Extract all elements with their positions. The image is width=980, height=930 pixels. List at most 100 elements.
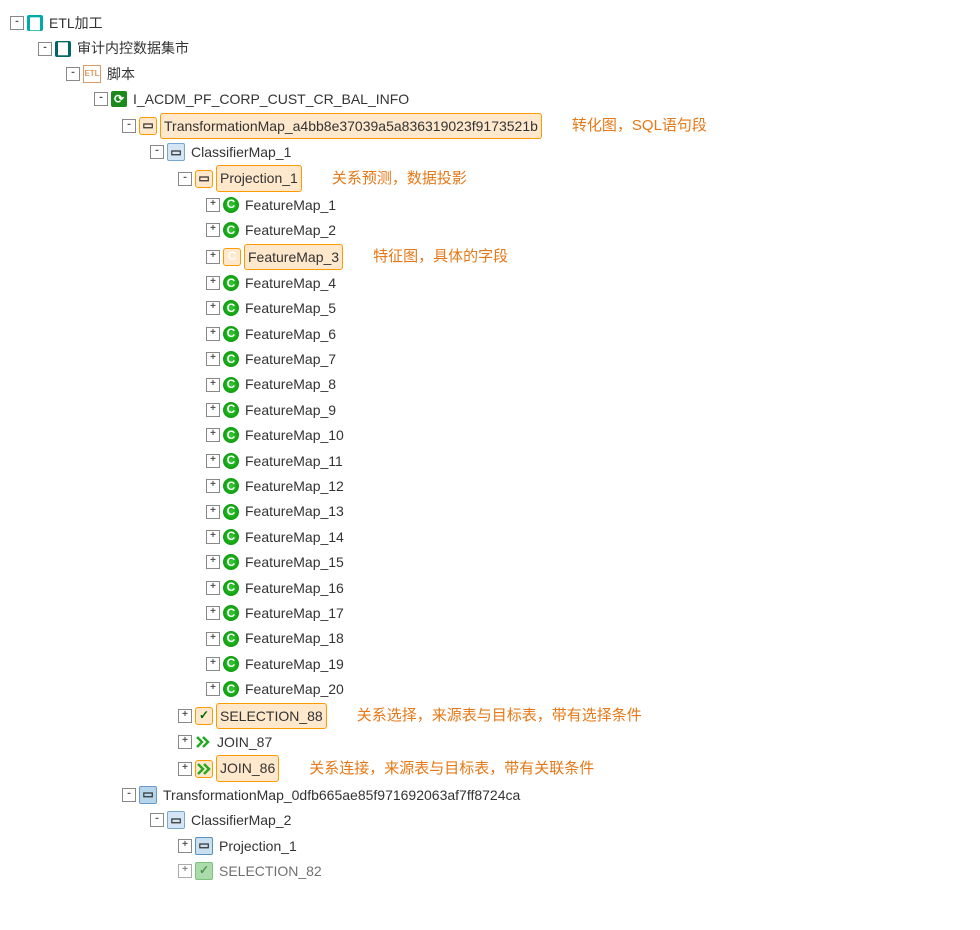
tree-node-tmap2[interactable]: - ▭ TransformationMap_0dfb665ae85f971692…	[10, 783, 980, 807]
collapse-icon[interactable]: -	[66, 67, 80, 81]
tree-node-acdm[interactable]: - ⟳ I_ACDM_PF_CORP_CUST_CR_BAL_INFO	[10, 87, 980, 111]
projection-icon: ▭	[195, 170, 213, 188]
expand-icon[interactable]: +	[178, 839, 192, 853]
tree-node-featuremap[interactable]: +CFeatureMap_8	[10, 372, 980, 396]
feature-icon: C	[223, 326, 239, 342]
tree-node-featuremap[interactable]: +CFeatureMap_15	[10, 550, 980, 574]
node-label: FeatureMap_12	[242, 474, 347, 498]
expand-icon[interactable]: +	[206, 276, 220, 290]
expand-icon[interactable]: +	[206, 301, 220, 315]
collapse-icon[interactable]: -	[10, 16, 24, 30]
node-label: FeatureMap_8	[242, 372, 339, 396]
collapse-icon[interactable]: -	[122, 788, 136, 802]
tree-node-cls1[interactable]: - ▭ ClassifierMap_1	[10, 140, 980, 164]
expand-icon[interactable]: +	[206, 403, 220, 417]
tree-node-featuremap[interactable]: +CFeatureMap_13	[10, 499, 980, 523]
tree-node-audit[interactable]: - ▇ 审计内控数据集市	[10, 36, 980, 60]
node-label: FeatureMap_7	[242, 347, 339, 371]
expand-icon[interactable]: +	[178, 864, 192, 878]
expand-icon[interactable]: +	[206, 223, 220, 237]
node-label: SELECTION_88	[216, 703, 327, 729]
expand-icon[interactable]: +	[206, 555, 220, 569]
expand-icon[interactable]: +	[206, 632, 220, 646]
collapse-icon[interactable]: -	[150, 145, 164, 159]
expand-icon[interactable]: +	[206, 198, 220, 212]
tree-node-featuremap[interactable]: +CFeatureMap_11	[10, 449, 980, 473]
tree-node-featuremap[interactable]: +CFeatureMap_4	[10, 271, 980, 295]
expand-icon[interactable]: +	[206, 378, 220, 392]
feature-icon: C	[223, 197, 239, 213]
node-label: FeatureMap_10	[242, 423, 347, 447]
tree-node-sel82[interactable]: + ✓ SELECTION_82	[10, 859, 980, 883]
tree-node-featuremap[interactable]: +CFeatureMap_1	[10, 193, 980, 217]
tree-node-featuremap[interactable]: +CFeatureMap_10	[10, 423, 980, 447]
node-label: FeatureMap_14	[242, 525, 347, 549]
tree-node-script[interactable]: - ETL 脚本	[10, 62, 980, 86]
node-label: FeatureMap_4	[242, 271, 339, 295]
expand-icon[interactable]: +	[206, 606, 220, 620]
node-label: JOIN_87	[214, 730, 275, 754]
node-label: FeatureMap_9	[242, 398, 339, 422]
tree-node-cls2[interactable]: - ▭ ClassifierMap_2	[10, 808, 980, 832]
tree-node-sel88[interactable]: + ✓ SELECTION_88 关系选择，来源表与目标表，带有选择条件	[10, 703, 980, 729]
tree-node-featuremap[interactable]: +CFeatureMap_14	[10, 525, 980, 549]
collapse-icon[interactable]: -	[150, 813, 164, 827]
node-label: ClassifierMap_1	[188, 140, 294, 164]
tree-node-featuremap[interactable]: +CFeatureMap_18	[10, 626, 980, 650]
feature-icon: C	[223, 222, 239, 238]
feature-icon: C	[223, 427, 239, 443]
tree-node-featuremap[interactable]: +CFeatureMap_16	[10, 576, 980, 600]
tree-node-featuremap[interactable]: +CFeatureMap_12	[10, 474, 980, 498]
node-label: TransformationMap_a4bb8e37039a5a83631902…	[160, 113, 542, 139]
expand-icon[interactable]: +	[206, 505, 220, 519]
node-label: I_ACDM_PF_CORP_CUST_CR_BAL_INFO	[130, 87, 412, 111]
expand-icon[interactable]: +	[206, 327, 220, 341]
expand-icon[interactable]: +	[178, 762, 192, 776]
expand-icon[interactable]: +	[206, 682, 220, 696]
node-label: TransformationMap_0dfb665ae85f971692063a…	[160, 783, 523, 807]
expand-icon[interactable]: +	[206, 454, 220, 468]
join-icon	[195, 734, 211, 750]
collapse-icon[interactable]: -	[122, 119, 136, 133]
expand-icon[interactable]: +	[206, 352, 220, 366]
tree-node-featuremap[interactable]: +CFeatureMap_17	[10, 601, 980, 625]
node-label: FeatureMap_18	[242, 626, 347, 650]
node-label: Projection_1	[216, 834, 300, 858]
tree-node-proj1[interactable]: - ▭ Projection_1 关系预测，数据投影	[10, 165, 980, 191]
map-icon: ▭	[139, 117, 157, 135]
feature-icon: C	[223, 554, 239, 570]
expand-icon[interactable]: +	[206, 428, 220, 442]
expand-icon[interactable]: +	[206, 530, 220, 544]
tree-node-featuremap[interactable]: +CFeatureMap_3特征图，具体的字段	[10, 244, 980, 270]
expand-icon[interactable]: +	[206, 657, 220, 671]
tree-node-tmap1[interactable]: - ▭ TransformationMap_a4bb8e37039a5a8363…	[10, 113, 980, 139]
node-label: FeatureMap_11	[242, 449, 346, 473]
tree-node-featuremap[interactable]: +CFeatureMap_9	[10, 398, 980, 422]
feature-icon: C	[223, 402, 239, 418]
expand-icon[interactable]: +	[178, 709, 192, 723]
expand-icon[interactable]: +	[206, 479, 220, 493]
tree-node-featuremap[interactable]: +CFeatureMap_2	[10, 218, 980, 242]
tree-node-featuremap[interactable]: +CFeatureMap_19	[10, 652, 980, 676]
node-label: ETL加工	[46, 11, 106, 35]
feature-icon: C	[223, 681, 239, 697]
collapse-icon[interactable]: -	[38, 42, 52, 56]
tree-node-join86[interactable]: + JOIN_86 关系连接，来源表与目标表，带有关联条件	[10, 755, 980, 781]
annotation: 关系连接，来源表与目标表，带有关联条件	[309, 757, 594, 781]
expand-icon[interactable]: +	[206, 581, 220, 595]
tree-node-root[interactable]: - ▇ ETL加工	[10, 11, 980, 35]
collapse-icon[interactable]: -	[94, 92, 108, 106]
tree-node-join87[interactable]: + JOIN_87	[10, 730, 980, 754]
collapse-icon[interactable]: -	[178, 172, 192, 186]
tree-node-proj2[interactable]: + ▭ Projection_1	[10, 834, 980, 858]
node-label: FeatureMap_3	[244, 244, 343, 270]
tree-node-featuremap[interactable]: +CFeatureMap_20	[10, 677, 980, 701]
node-label: FeatureMap_19	[242, 652, 347, 676]
feature-icon: C	[223, 275, 239, 291]
tree-node-featuremap[interactable]: +CFeatureMap_5	[10, 296, 980, 320]
tree-node-featuremap[interactable]: +CFeatureMap_7	[10, 347, 980, 371]
expand-icon[interactable]: +	[178, 735, 192, 749]
tree-node-featuremap[interactable]: +CFeatureMap_6	[10, 322, 980, 346]
expand-icon[interactable]: +	[206, 250, 220, 264]
refresh-icon: ⟳	[111, 91, 127, 107]
